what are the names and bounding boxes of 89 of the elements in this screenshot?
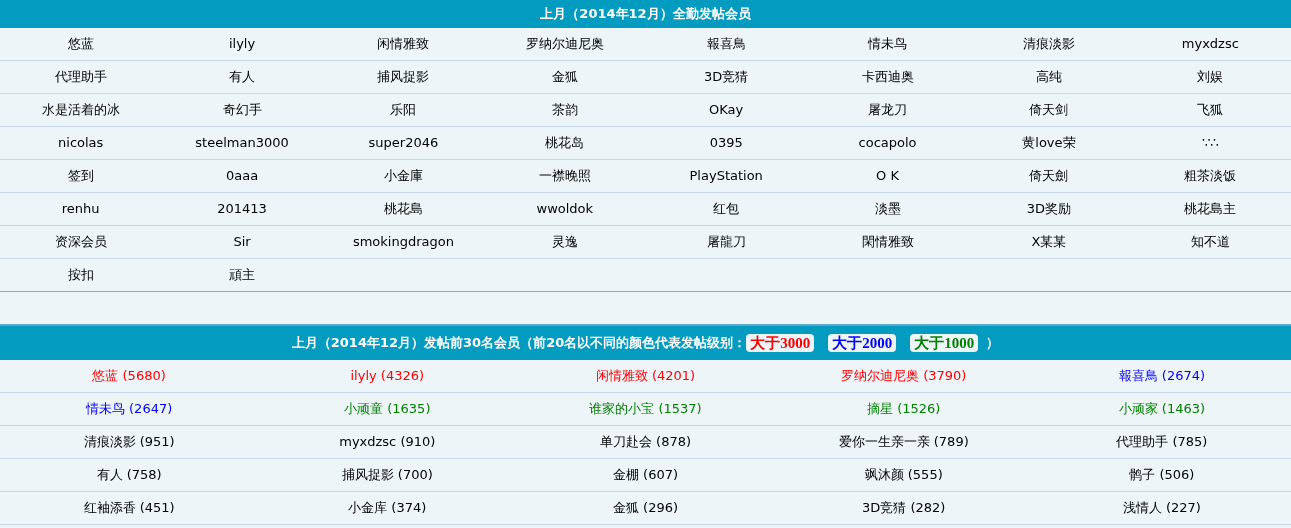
poster-entry: 小顽童 (1635) (344, 400, 431, 419)
poster-entry: 悠蓝 (5680) (92, 367, 166, 386)
member-name: PlayStation (689, 167, 763, 186)
member-name: 頑主 (229, 266, 256, 285)
poster-entry: 金棚 (607) (612, 466, 679, 485)
member-name: 悠蓝 (67, 35, 94, 54)
member-name: 3D奖励 (1026, 200, 1072, 219)
member-name: 粗茶淡饭 (1184, 167, 1237, 186)
member-name: 金狐 (551, 68, 578, 87)
member-name: 屠龙刀 (868, 101, 908, 120)
member-name: 捕风捉影 (377, 68, 430, 87)
poster-entry: 谁家的小宝 (1537) (589, 400, 702, 419)
poster-entry: 報喜鳥 (2674) (1118, 367, 1206, 386)
member-name: 有人 (229, 68, 256, 87)
poster-entry: 清痕淡影 (951) (83, 433, 175, 452)
member-name: 情未鸟 (868, 35, 908, 54)
member-name: 黄love荣 (1022, 134, 1076, 153)
poster-entry: ilyly (4326) (350, 367, 425, 386)
member-name: myxdzsc (1181, 35, 1239, 54)
member-name: wwoldok (536, 200, 594, 219)
poster-entry: 有人 (758) (96, 466, 162, 485)
poster-entry: 红袖添香 (451) (83, 499, 175, 518)
member-name: smokingdragon (352, 233, 454, 252)
member-name: 资深会员 (54, 233, 107, 252)
legend-label: 大于2000 (828, 334, 897, 352)
member-name: 一襟晚照 (538, 167, 591, 186)
member-name: 卡西迪奥 (861, 68, 914, 87)
member-name: OKay (709, 101, 744, 120)
poster-entry: 爱你一生亲一亲 (789) (838, 433, 969, 452)
member-name: X某某 (1031, 233, 1067, 252)
member-name: renhu (61, 200, 100, 219)
member-name: 倚天劍 (1029, 167, 1069, 186)
member-name: super2046 (368, 134, 439, 153)
poster-entry: 闲情雅致 (4201) (595, 367, 696, 386)
member-name: 红包 (713, 200, 740, 219)
member-name: 罗纳尔迪尼奥 (525, 35, 604, 54)
member-name: cocapolo (858, 134, 917, 153)
section-title: 上月（2014年12月）全勤发帖会员 (540, 5, 751, 24)
member-name: 桃花岛 (545, 134, 585, 153)
member-name: 201413 (217, 200, 267, 219)
member-name: 0395 (709, 134, 743, 153)
member-name: 奇幻手 (222, 101, 262, 120)
member-name: 清痕淡影 (1022, 35, 1075, 54)
member-name: 灵逸 (551, 233, 578, 252)
member-name: 代理助手 (54, 68, 107, 87)
section-title: 上月（2014年12月）发帖前30名会员（前20名以不同的颜色代表发帖级别： (291, 334, 747, 353)
poster-entry: 情未鸟 (2647) (85, 400, 173, 419)
poster-entry: 小金库 (374) (348, 499, 427, 518)
member-name: O K (876, 167, 899, 186)
member-name: 乐阳 (390, 101, 417, 120)
member-name: 倚天剑 (1029, 101, 1069, 120)
legend-label: 大于3000 (746, 334, 815, 352)
member-name: 按扣 (67, 266, 94, 285)
member-name: 桃花島主 (1184, 200, 1237, 219)
member-name: 淡墨 (874, 200, 901, 219)
title-bracket: ） (986, 334, 1000, 353)
member-name: ∵∴ (1202, 134, 1219, 153)
member-name: 3D竞猜 (704, 68, 749, 87)
member-name: Sir (233, 233, 251, 252)
member-name: 報喜鳥 (706, 35, 746, 54)
poster-entry: 小顽家 (1463) (1118, 400, 1206, 419)
poster-entry: 金狐 (296) (612, 499, 679, 518)
poster-entry: 单刀赴会 (878) (599, 433, 692, 452)
member-name: 茶韵 (551, 101, 578, 120)
member-name: 刘娱 (1197, 68, 1224, 87)
member-name: 0aaa (225, 167, 259, 186)
poster-entry: 代理助手 (785) (1116, 433, 1208, 452)
poster-entry: 鹘子 (506) (1129, 466, 1195, 485)
member-name: 飞狐 (1197, 101, 1224, 120)
member-name: 水是活着的冰 (41, 101, 120, 120)
member-name: nicolas (58, 134, 104, 153)
poster-entry: 罗纳尔迪尼奥 (3790) (841, 367, 967, 386)
poster-entry: 飒沐颜 (555) (864, 466, 943, 485)
member-name: 桃花島 (383, 200, 423, 219)
member-name: 闲情雅致 (377, 35, 430, 54)
member-name: 签到 (67, 167, 94, 186)
member-name: 閑情雅致 (861, 233, 914, 252)
poster-entry: myxdzsc (910) (339, 433, 436, 452)
member-name: ilyly (228, 35, 256, 54)
poster-entry: 摘星 (1526) (867, 400, 941, 419)
member-name: 知不道 (1190, 233, 1230, 252)
member-name: 高纯 (1035, 68, 1062, 87)
poster-entry: 浅情人 (227) (1122, 499, 1201, 518)
legend-label: 大于1000 (910, 334, 979, 352)
member-name: 屠龍刀 (706, 233, 746, 252)
poster-entry: 捕风捉影 (700) (341, 466, 433, 485)
member-name: 小金庫 (383, 167, 423, 186)
member-name: steelman3000 (195, 134, 289, 153)
poster-entry: 3D竞猜 (282) (862, 499, 946, 518)
